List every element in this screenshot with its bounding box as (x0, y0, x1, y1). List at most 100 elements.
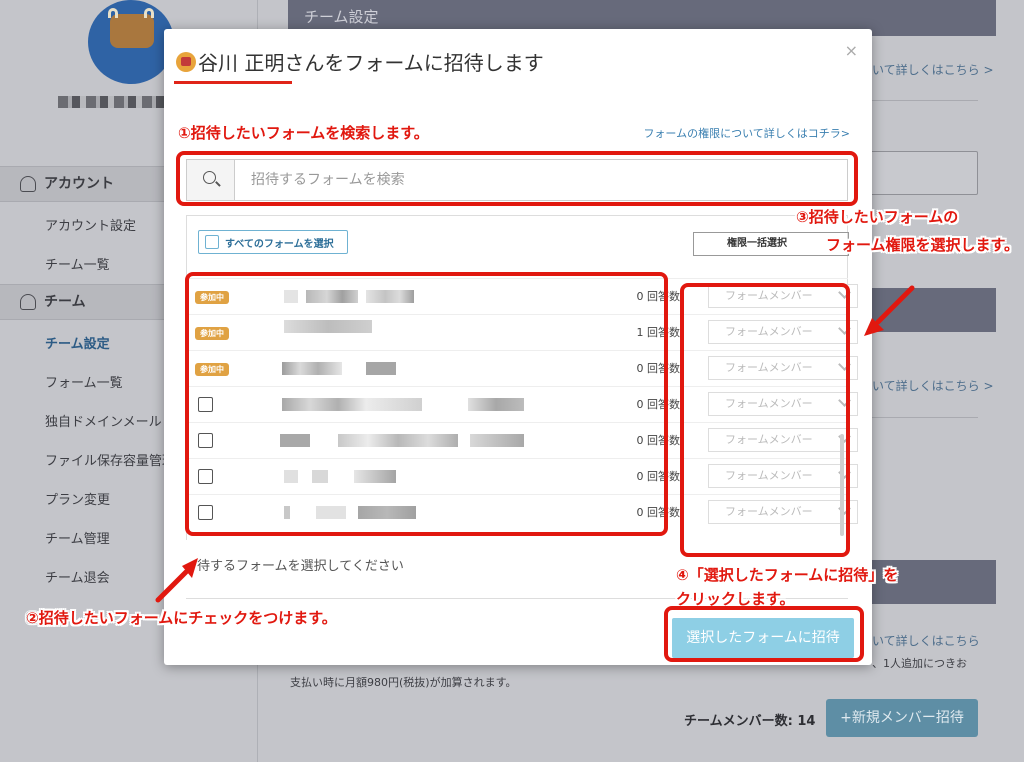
sidebar-item-leave-team[interactable]: チーム退会 (45, 567, 110, 586)
permission-select[interactable]: フォームメンバー (708, 428, 858, 452)
response-count: 0 回答数 (636, 506, 681, 519)
form-name-blurred (282, 398, 422, 411)
chevron-down-icon (838, 394, 851, 407)
list-scrollbar[interactable] (840, 434, 844, 536)
invite-selected-forms-button[interactable]: 選択したフォームに招待 (672, 618, 854, 658)
sidebar-item-file-storage[interactable]: ファイル保存容量管理 (45, 450, 175, 469)
cow-icon (110, 14, 154, 48)
form-name-blurred (366, 290, 414, 303)
response-count: 0 回答数 (636, 434, 681, 447)
sidebar-item-custom-domain-mail[interactable]: 独自ドメインメール (45, 411, 162, 430)
permission-select[interactable]: フォームメンバー (708, 392, 858, 416)
bg-help-link[interactable]: いて詳しくはこちら > (872, 61, 994, 78)
bg-text: 、1人追加につきお (872, 657, 967, 670)
sidebar-item-account-settings[interactable]: アカウント設定 (45, 215, 136, 234)
close-icon[interactable]: × (845, 41, 858, 60)
annotation-step4-line2: クリックします。 (676, 590, 795, 608)
form-checkbox[interactable] (198, 505, 213, 520)
permission-select[interactable]: フォームメンバー (708, 284, 858, 308)
sidebar-group-label: アカウント (44, 176, 114, 192)
sidebar-item-plan-change[interactable]: プラン変更 (45, 489, 110, 508)
form-name-blurred (468, 398, 524, 411)
annotation-step2: ②招待したいフォームにチェックをつけます。 (26, 609, 337, 627)
permission-value: フォームメンバー (725, 397, 813, 410)
annotation-step3-line2: フォーム権限を選択します。 (826, 236, 1020, 254)
sidebar-item-team-list[interactable]: チーム一覧 (45, 254, 110, 273)
sidebar-item-team-settings[interactable]: チーム設定 (45, 333, 110, 352)
bg-section-bar (870, 288, 996, 332)
form-name-blurred (366, 362, 396, 375)
form-checkbox[interactable] (198, 469, 213, 484)
permission-select[interactable]: フォームメンバー (708, 500, 858, 524)
permission-value: フォームメンバー (725, 361, 813, 374)
horn-right-icon (144, 8, 154, 18)
response-count: 1 回答数 (636, 326, 681, 339)
response-count: 0 回答数 (636, 398, 681, 411)
sidebar-group-label: チーム (44, 294, 86, 310)
permission-value: フォームメンバー (725, 325, 813, 338)
form-name-blurred (280, 434, 310, 447)
form-row: 0 回答数 フォームメンバー (186, 494, 858, 530)
person-icon (20, 176, 36, 192)
form-name-blurred (312, 470, 328, 483)
select-all-button[interactable]: すべてのフォームを選択 (198, 230, 348, 254)
permission-select[interactable]: フォームメンバー (708, 356, 858, 380)
form-name-blurred (358, 506, 416, 519)
form-row: 参加中 0 回答数 フォームメンバー (186, 278, 858, 314)
form-checkbox[interactable] (198, 397, 213, 412)
form-name-blurred (470, 434, 524, 447)
joined-badge: 参加中 (195, 291, 229, 304)
bg-help-link[interactable]: いて詳しくはこちら > (872, 377, 994, 394)
joined-badge: 参加中 (195, 363, 229, 376)
annotation-step3-line1: ③招待したいフォームの (796, 208, 959, 226)
bg-text: 支払い時に月額980円(税抜)が加算されます。 (290, 676, 517, 689)
helper-text: 待するフォームを選択してください (197, 559, 404, 574)
response-count: 0 回答数 (636, 470, 681, 483)
bg-input[interactable] (870, 151, 978, 195)
response-count: 0 回答数 (636, 290, 681, 303)
username-blurred (58, 96, 168, 108)
team-member-count: チームメンバー数: 14 (684, 714, 816, 729)
horn-left-icon (108, 8, 118, 18)
annotation-step4-line1: ④「選択したフォームに招待」を (676, 566, 899, 584)
select-all-label: すべてのフォームを選択 (225, 238, 334, 250)
search-input[interactable] (235, 160, 847, 200)
title-text: さんをフォームに招待します (284, 51, 544, 75)
form-row: 参加中 1 回答数 フォームメンバー (186, 314, 858, 350)
permission-select[interactable]: フォームメンバー (708, 464, 858, 488)
form-name-blurred (338, 434, 458, 447)
permission-select[interactable]: フォームメンバー (708, 320, 858, 344)
chevron-down-icon (838, 322, 851, 335)
avatar[interactable] (88, 0, 174, 84)
user-avatar-icon (176, 51, 196, 72)
invitee-name: 谷川 正明 (198, 51, 285, 75)
form-row: 0 回答数 フォームメンバー (186, 386, 858, 422)
response-count: 0 回答数 (636, 362, 681, 375)
permission-value: フォームメンバー (725, 433, 813, 446)
permission-help-link[interactable]: フォームの権限について詳しくはコチラ> (643, 125, 850, 141)
permission-value: フォームメンバー (725, 289, 813, 302)
sidebar-item-team-management[interactable]: チーム管理 (45, 528, 110, 547)
permission-value: フォームメンバー (725, 469, 813, 482)
form-row: 0 回答数 フォームメンバー (186, 458, 858, 494)
chevron-down-icon (838, 358, 851, 371)
new-member-invite-button[interactable]: +新規メンバー招待 (826, 699, 978, 737)
form-row: 0 回答数 フォームメンバー (186, 422, 858, 458)
chevron-down-icon (838, 286, 851, 299)
form-name-blurred (284, 506, 290, 519)
form-checkbox[interactable] (198, 433, 213, 448)
bg-help-link[interactable]: いて詳しくはこちら (872, 632, 980, 649)
permission-value: フォームメンバー (725, 505, 813, 518)
joined-badge: 参加中 (195, 327, 229, 340)
form-name-blurred (282, 362, 342, 375)
form-name-blurred (306, 290, 358, 303)
modal-title: 谷川 正明 さんをフォームに招待します (176, 47, 544, 76)
search-box (186, 159, 848, 201)
sidebar-item-form-list[interactable]: フォーム一覧 (45, 372, 123, 391)
form-name-blurred (284, 470, 298, 483)
search-icon[interactable] (187, 160, 235, 200)
checkbox-icon (205, 235, 219, 249)
annotation-step1: ①招待したいフォームを検索します。 (178, 124, 429, 142)
people-icon (20, 294, 36, 310)
form-name-blurred (284, 320, 372, 333)
